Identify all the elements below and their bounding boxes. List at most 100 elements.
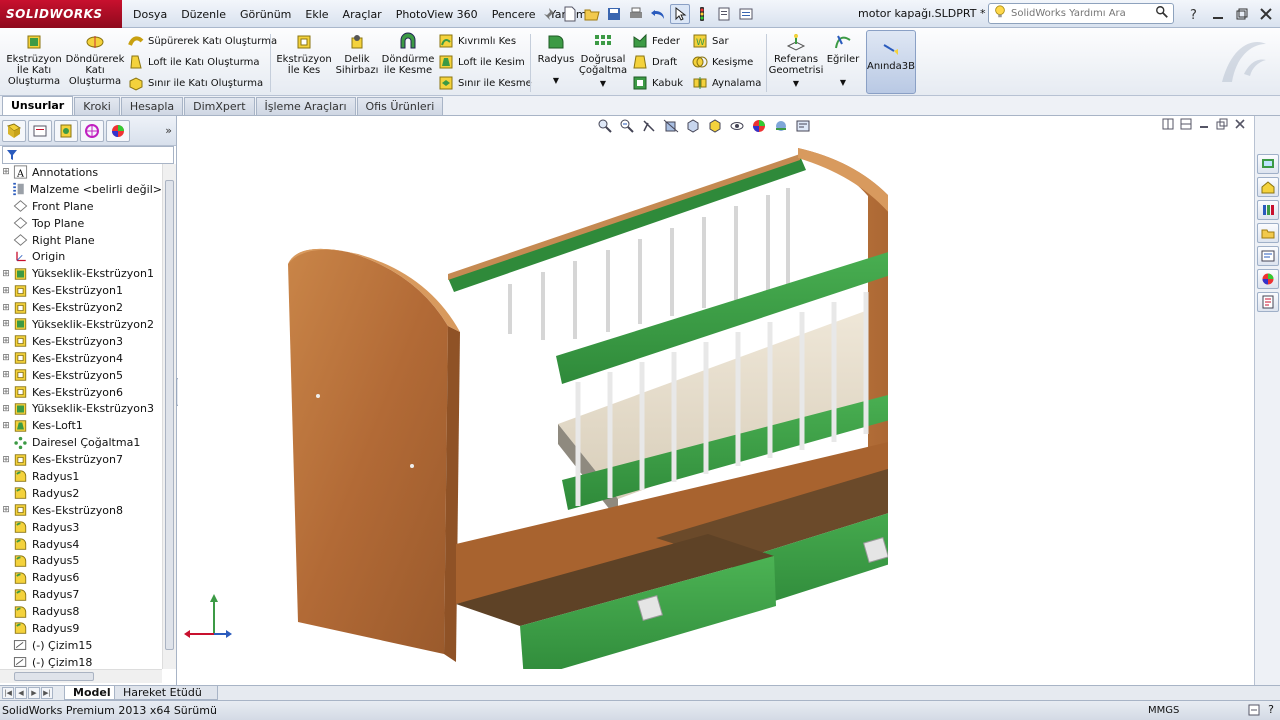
tree-item[interactable]: (-) Çizim18: [0, 654, 162, 669]
open-folder-icon[interactable]: [582, 4, 602, 24]
boundary-cut-button[interactable]: Sınır ile Kesme: [438, 74, 532, 92]
menu-insert[interactable]: Ekle: [298, 8, 335, 21]
expand-icon[interactable]: ⊞: [0, 303, 12, 313]
hole-wizard-button[interactable]: Delik Sihirbazı: [334, 32, 380, 94]
scrollbar-thumb[interactable]: [14, 672, 94, 681]
view-settings-icon[interactable]: [794, 117, 812, 135]
tree-item[interactable]: ⊞ Kes-Ekstrüzyon2: [0, 299, 162, 316]
tree-item[interactable]: Radyus9: [0, 620, 162, 637]
curves-button[interactable]: Eğriler ▼: [824, 32, 862, 94]
menu-photoview[interactable]: PhotoView 360: [389, 8, 485, 21]
print-icon[interactable]: [626, 4, 646, 24]
linear-pattern-button[interactable]: Doğrusal Çoğaltma ▼: [578, 32, 628, 94]
solidworks-resources-icon[interactable]: [1257, 154, 1279, 174]
tab-machining-tools[interactable]: İşleme Araçları: [255, 97, 356, 115]
viewport-close-icon[interactable]: [1234, 118, 1246, 133]
expand-icon[interactable]: ⊞: [0, 421, 12, 431]
section-view-icon[interactable]: [662, 117, 680, 135]
revolve-boss-button[interactable]: Döndürerek Katı Oluşturma: [66, 32, 124, 94]
extrude-boss-button[interactable]: Ekstrüzyon İle Katı Oluşturma: [4, 32, 64, 94]
expand-icon[interactable]: ⊞: [0, 167, 12, 177]
swept-cut-button[interactable]: Kıvrımlı Kes: [438, 32, 516, 50]
previous-view-icon[interactable]: [640, 117, 658, 135]
apply-scene-icon[interactable]: [772, 117, 790, 135]
tree-item[interactable]: ⊞ Kes-Ekstrüzyon1: [0, 282, 162, 299]
tree-item[interactable]: Dairesel Çoğaltma1: [0, 434, 162, 451]
intersect-button[interactable]: Kesişme: [692, 53, 753, 71]
tree-item[interactable]: Malzeme <belirli değil>: [0, 181, 162, 198]
mirror-button[interactable]: Aynalama: [692, 74, 761, 92]
tree-item[interactable]: ⊞ Yükseklik-Ekstrüzyon3: [0, 400, 162, 417]
tab-sketch[interactable]: Kroki: [74, 97, 120, 115]
home-icon[interactable]: [1257, 177, 1279, 197]
scrollbar-thumb[interactable]: [165, 180, 174, 650]
help-search-box[interactable]: [988, 3, 1174, 24]
tab-features[interactable]: Unsurlar: [2, 96, 74, 115]
tree-item[interactable]: Radyus2: [0, 485, 162, 502]
property-manager-tab[interactable]: [28, 119, 52, 142]
first-tab-icon[interactable]: |◀: [2, 687, 14, 699]
menu-edit[interactable]: Düzenle: [174, 8, 233, 21]
viewport-minimize-icon[interactable]: [1198, 118, 1210, 133]
search-icon[interactable]: [1155, 5, 1169, 22]
tab-dimxpert[interactable]: DimXpert: [184, 97, 255, 115]
tree-item[interactable]: Right Plane: [0, 232, 162, 249]
file-properties-icon[interactable]: [714, 4, 734, 24]
tree-item[interactable]: ⊞ Kes-Ekstrüzyon7: [0, 451, 162, 468]
minimize-icon[interactable]: [1208, 4, 1228, 24]
expand-icon[interactable]: ⊞: [0, 370, 12, 380]
boundary-boss-button[interactable]: Sınır ile Katı Oluşturma: [128, 74, 263, 92]
tab-model[interactable]: Model: [64, 686, 120, 700]
expand-icon[interactable]: ⊞: [0, 404, 12, 414]
chevron-down-icon[interactable]: ▼: [600, 78, 606, 89]
tree-item[interactable]: Radyus8: [0, 603, 162, 620]
reference-geometry-button[interactable]: Referans Geometrisi ▼: [769, 32, 823, 94]
feature-manager-tab[interactable]: [2, 119, 26, 142]
panel-expand-icon[interactable]: »: [165, 124, 172, 137]
select-arrow-icon[interactable]: [670, 4, 690, 24]
tree-filter[interactable]: [2, 146, 174, 164]
zoom-to-area-icon[interactable]: [618, 117, 636, 135]
rebuild-icon[interactable]: [692, 4, 712, 24]
zoom-to-fit-icon[interactable]: [596, 117, 614, 135]
new-file-icon[interactable]: [560, 4, 580, 24]
viewport-split-h-icon[interactable]: [1180, 118, 1192, 133]
draft-button[interactable]: Draft: [632, 53, 677, 71]
fillet-button[interactable]: Radyus ▼: [536, 32, 576, 94]
revolve-cut-button[interactable]: Döndürme ile Kesme: [382, 32, 434, 94]
tab-motion-study[interactable]: Hareket Etüdü 1: [114, 686, 218, 712]
hide-show-items-icon[interactable]: [728, 117, 746, 135]
loft-cut-button[interactable]: Loft ile Kesim: [438, 53, 525, 71]
expand-icon[interactable]: ⊞: [0, 336, 12, 346]
file-explorer-icon[interactable]: [1257, 223, 1279, 243]
edit-appearance-icon[interactable]: [750, 117, 768, 135]
undo-icon[interactable]: [648, 4, 668, 24]
tree-item[interactable]: ⊞ Yükseklik-Ekstrüzyon1: [0, 265, 162, 282]
expand-icon[interactable]: ⊞: [0, 269, 12, 279]
shell-button[interactable]: Kabuk: [632, 74, 683, 92]
tree-item[interactable]: ⊞ Kes-Ekstrüzyon5: [0, 367, 162, 384]
chevron-down-icon[interactable]: ▼: [840, 77, 846, 88]
appearances-icon[interactable]: [1257, 269, 1279, 289]
tree-item[interactable]: ⊞ Kes-Ekstrüzyon4: [0, 350, 162, 367]
wrap-button[interactable]: W Sar: [692, 32, 729, 50]
next-tab-icon[interactable]: ▶: [28, 687, 40, 699]
expand-icon[interactable]: ⊞: [0, 353, 12, 363]
view-palette-icon[interactable]: [1257, 246, 1279, 266]
viewport-split-icon[interactable]: [1162, 118, 1174, 133]
custom-properties-icon[interactable]: [1257, 292, 1279, 312]
unit-system[interactable]: MMGS: [1148, 701, 1179, 720]
tree-item[interactable]: ⊞ Kes-Ekstrüzyon6: [0, 384, 162, 401]
tab-office-products[interactable]: Ofis Ürünleri: [356, 97, 444, 115]
tree-item[interactable]: Top Plane: [0, 215, 162, 232]
tree-item[interactable]: Origin: [0, 248, 162, 265]
expand-icon[interactable]: ⊞: [0, 387, 12, 397]
prev-tab-icon[interactable]: ◀: [15, 687, 27, 699]
tree-item[interactable]: Radyus1: [0, 468, 162, 485]
menu-view[interactable]: Görünüm: [233, 8, 298, 21]
options-icon[interactable]: [736, 4, 756, 24]
tree-item[interactable]: ⊞ Kes-Ekstrüzyon8: [0, 502, 162, 519]
tree-item[interactable]: Radyus7: [0, 586, 162, 603]
tree-item[interactable]: ⊞ Kes-Loft1: [0, 417, 162, 434]
expand-icon[interactable]: ⊞: [0, 286, 12, 296]
